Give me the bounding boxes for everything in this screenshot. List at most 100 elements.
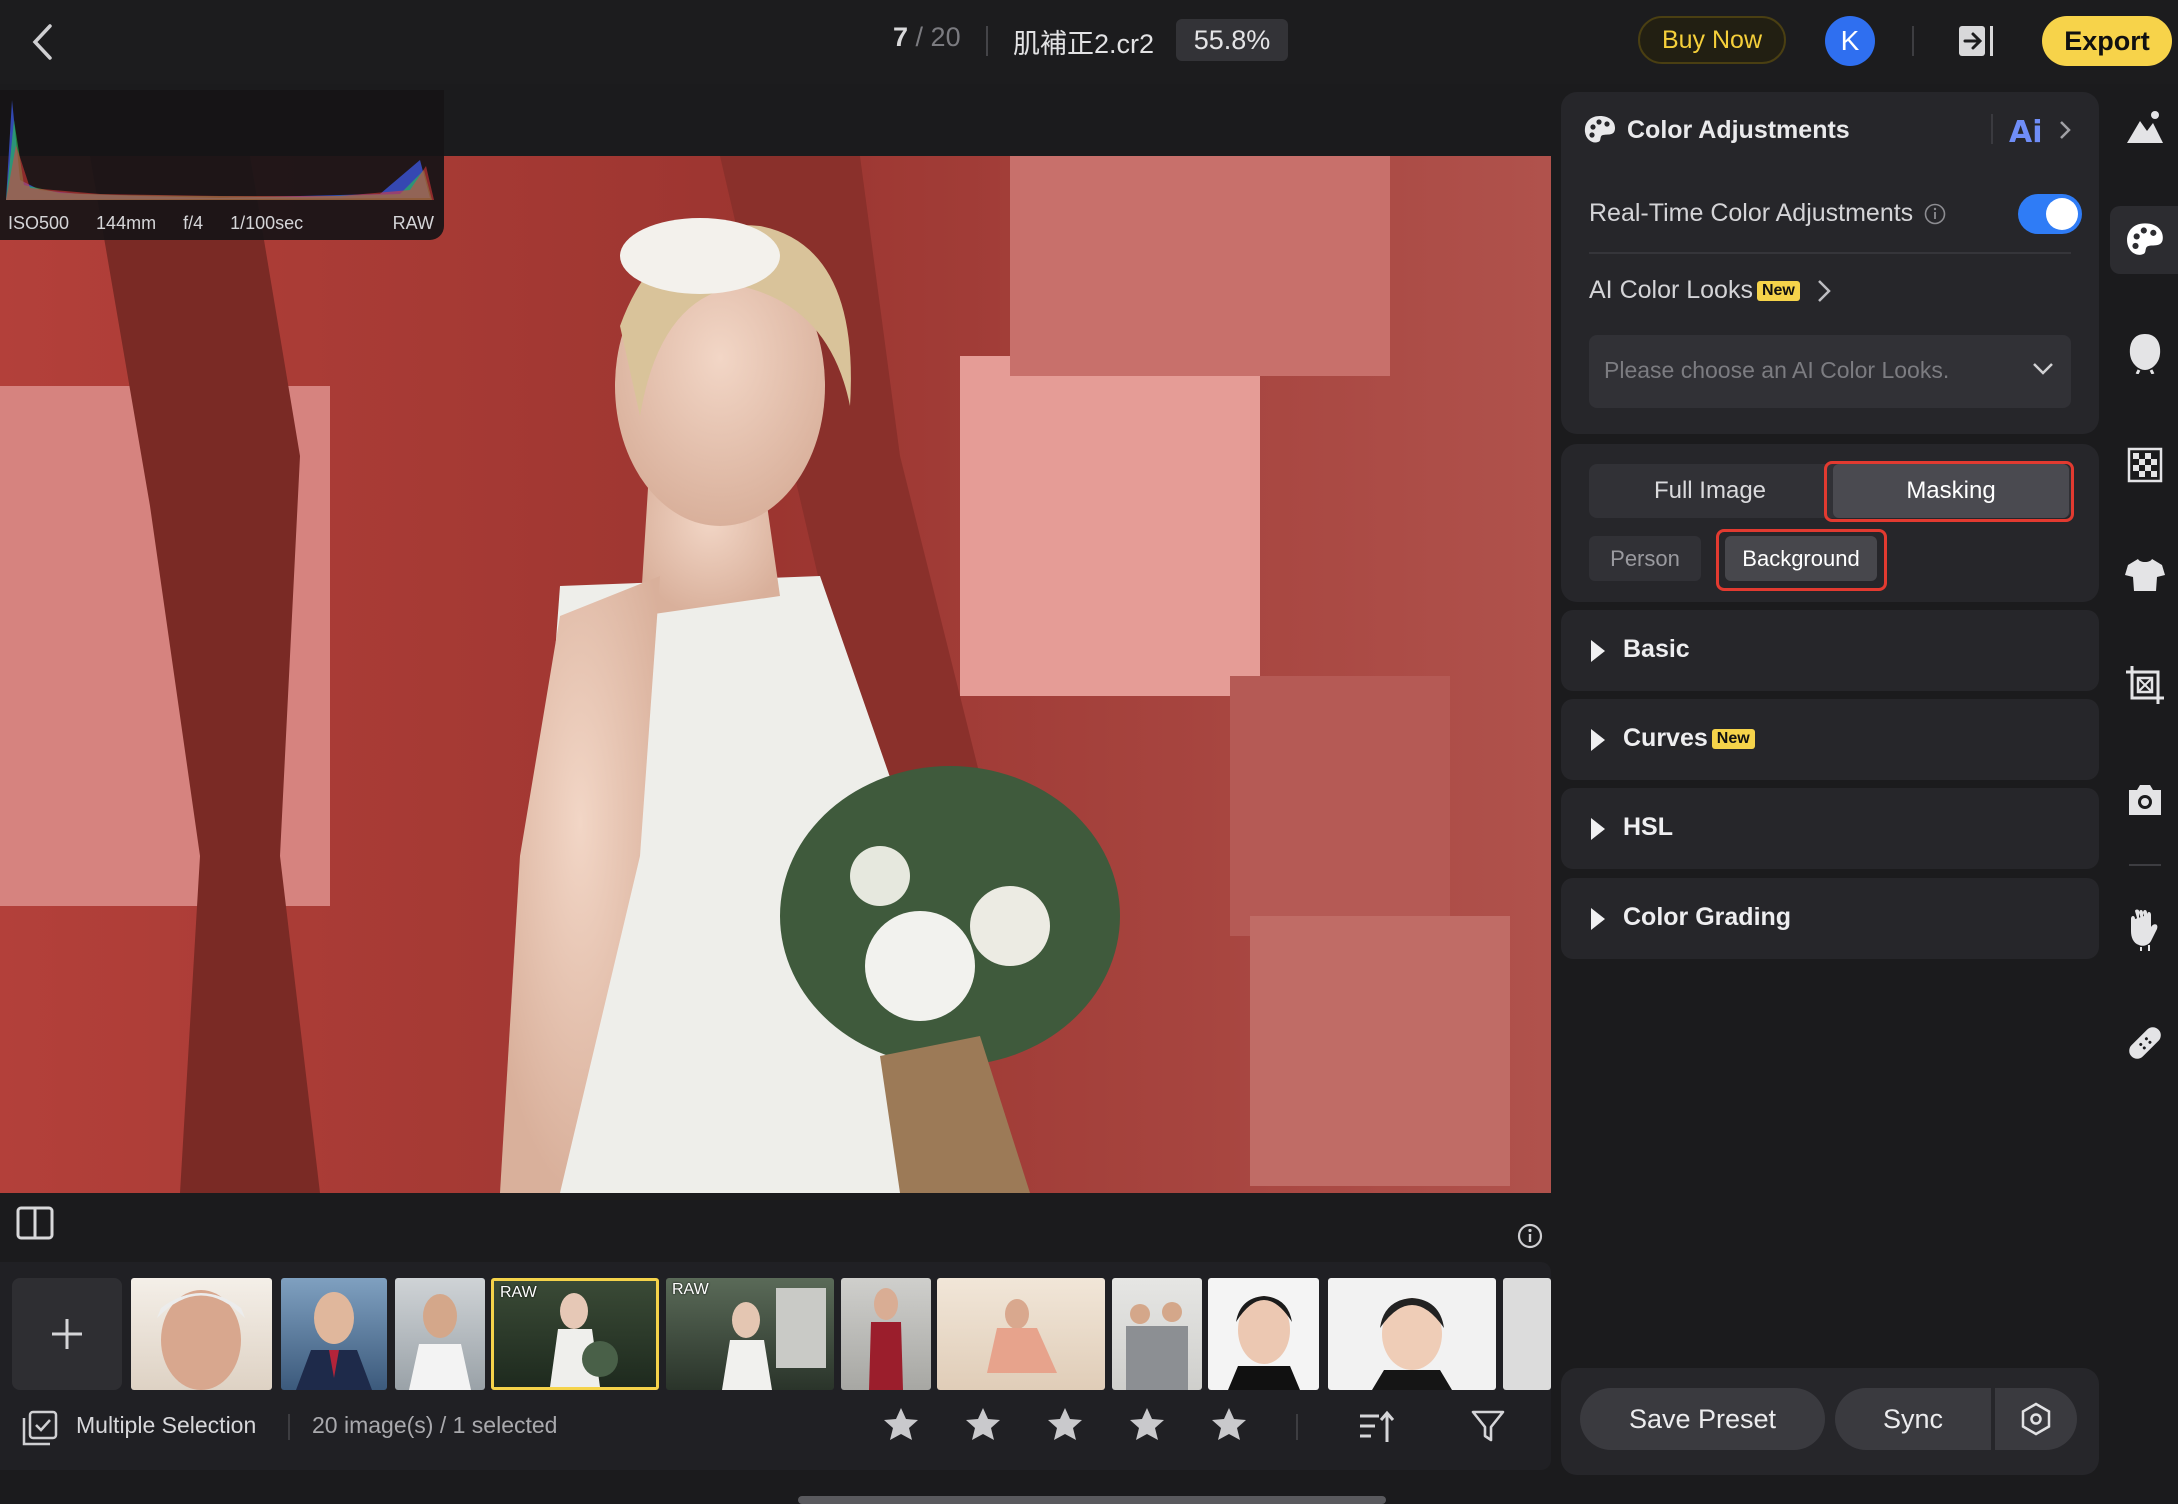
basic-section[interactable]: Basic	[1561, 610, 2099, 691]
thumbnail-image	[1228, 1296, 1300, 1390]
info-icon	[1517, 1223, 1543, 1249]
zoom-level[interactable]: 55.8%	[1176, 19, 1288, 61]
photo-canvas[interactable]	[0, 156, 1551, 1193]
filter-icon[interactable]	[1470, 1408, 1506, 1444]
thumbnail[interactable]	[937, 1278, 1105, 1390]
save-preset-button[interactable]: Save Preset	[1580, 1388, 1825, 1450]
thumbnail-image	[987, 1299, 1057, 1373]
star-icon[interactable]	[964, 1406, 1002, 1444]
realtime-toggle[interactable]	[2018, 194, 2082, 234]
buy-now-button[interactable]: Buy Now	[1638, 16, 1786, 64]
new-badge: New	[1711, 729, 1755, 750]
thumbnail[interactable]	[395, 1278, 485, 1390]
thumbnail[interactable]	[1328, 1278, 1496, 1390]
sort-icon[interactable]	[1357, 1408, 1395, 1446]
star-icon[interactable]	[1210, 1406, 1248, 1444]
sign-in-icon	[1959, 26, 1993, 56]
back-button[interactable]	[18, 18, 66, 66]
curves-section[interactable]: Curves New	[1561, 699, 2099, 780]
realtime-adjustments-label: Real-Time Color Adjustments	[1589, 199, 1913, 228]
chevron-right-icon[interactable]	[1816, 278, 1832, 304]
hsl-label: HSL	[1623, 813, 1673, 841]
expand-triangle-icon	[1591, 640, 1605, 662]
thumbnail[interactable]	[281, 1278, 387, 1390]
multiple-selection-label[interactable]: Multiple Selection	[76, 1412, 256, 1439]
bandage-tool[interactable]	[2120, 1018, 2170, 1068]
divider	[1589, 252, 2071, 254]
divider	[288, 1414, 290, 1440]
histogram-panel[interactable]: ISO500 144mm f/4 1/100sec RAW	[0, 90, 444, 240]
current-index: 7	[893, 22, 909, 52]
app-window: 7 / 20 肌補正2.cr2 55.8% Buy Now K Export I…	[0, 0, 2178, 1504]
thumbnail-image	[869, 1288, 903, 1390]
thumbnail[interactable]	[131, 1278, 272, 1390]
landscape-tool[interactable]	[2120, 102, 2170, 152]
svg-text:Ai: Ai	[2009, 115, 2043, 150]
landscape-icon	[2127, 111, 2163, 143]
star-icon[interactable]	[1046, 1406, 1084, 1444]
hand-tool[interactable]	[2120, 904, 2170, 954]
export-button[interactable]: Export	[2042, 16, 2172, 66]
thumbnail-selected[interactable]: RAW	[491, 1278, 659, 1390]
raw-tag: RAW	[500, 1284, 537, 1301]
ai-color-looks-label: AI Color Looks	[1589, 276, 1753, 304]
thumbnail[interactable]	[1208, 1278, 1319, 1390]
iso-value: ISO500	[8, 213, 70, 233]
expand-triangle-icon	[1591, 818, 1605, 840]
crop-tool[interactable]	[2120, 660, 2170, 710]
star-icon[interactable]	[1128, 1406, 1166, 1444]
thumbnail[interactable]: RAW	[666, 1278, 834, 1390]
star-icon[interactable]	[882, 1406, 920, 1444]
face-tool[interactable]	[2120, 328, 2170, 378]
masking-highlight	[1824, 461, 2074, 522]
ai-color-looks-row[interactable]: AI Color Looks New	[1589, 276, 1800, 305]
multiple-selection-icon[interactable]	[22, 1410, 58, 1446]
ai-button[interactable]: Ai	[2009, 110, 2079, 150]
expand-triangle-icon	[1591, 908, 1605, 930]
hsl-section[interactable]: HSL	[1561, 788, 2099, 869]
color-tool[interactable]	[2120, 215, 2170, 265]
full-image-tab[interactable]: Full Image	[1589, 464, 1831, 518]
clothing-tool[interactable]	[2120, 550, 2170, 600]
exif-info: ISO500 144mm f/4 1/100sec RAW	[8, 213, 434, 234]
background-highlight	[1716, 529, 1887, 591]
palette-icon	[1584, 116, 1615, 143]
top-bar: 7 / 20 肌補正2.cr2 55.8% Buy Now K Export	[0, 0, 2178, 84]
add-image-button[interactable]	[12, 1278, 122, 1390]
aperture: f/4	[183, 213, 204, 233]
new-badge: New	[1756, 281, 1800, 302]
sync-button[interactable]: Sync	[1835, 1388, 1991, 1450]
color-grading-section[interactable]: Color Grading	[1561, 878, 2099, 959]
compare-button[interactable]	[6, 1194, 64, 1252]
face-icon	[2129, 334, 2161, 374]
divider	[1991, 114, 1993, 144]
thumbnail-image	[1372, 1298, 1452, 1390]
chevron-down-icon	[2033, 363, 2053, 375]
info-button[interactable]	[1516, 1222, 1544, 1250]
thumbnail-image	[157, 1290, 245, 1390]
info-icon[interactable]	[1924, 203, 1946, 225]
panel-actions: Save Preset Sync	[1561, 1368, 2099, 1475]
camera-tool[interactable]	[2120, 775, 2170, 825]
expand-triangle-icon	[1591, 729, 1605, 751]
thumbnail[interactable]	[1503, 1278, 1551, 1390]
thumbnail[interactable]	[1112, 1278, 1202, 1390]
thumbnail-image	[409, 1294, 471, 1390]
background-tool[interactable]	[2120, 440, 2170, 490]
bandage-icon	[2129, 1027, 2161, 1059]
avatar[interactable]: K	[1825, 16, 1875, 66]
ai-color-looks-dropdown[interactable]: Please choose an AI Color Looks.	[1589, 335, 2071, 408]
color-grading-label: Color Grading	[1623, 903, 1792, 931]
focal-length: 144mm	[96, 213, 157, 233]
color-adjustments-title: Color Adjustments	[1627, 116, 1850, 144]
toggle-knob	[2046, 198, 2078, 230]
thumbnail[interactable]	[841, 1278, 931, 1390]
raw-tag: RAW	[672, 1281, 709, 1298]
thumbnail-strip[interactable]: RAW RAW	[131, 1278, 1551, 1390]
sync-settings-button[interactable]	[1995, 1388, 2077, 1450]
file-name: 肌補正2.cr2	[1013, 29, 1155, 59]
exit-to-panel-button[interactable]	[1954, 18, 2000, 64]
star-rating[interactable]	[882, 1406, 1292, 1444]
person-chip[interactable]: Person	[1589, 536, 1701, 581]
hexagon-settings-icon	[2021, 1402, 2051, 1436]
